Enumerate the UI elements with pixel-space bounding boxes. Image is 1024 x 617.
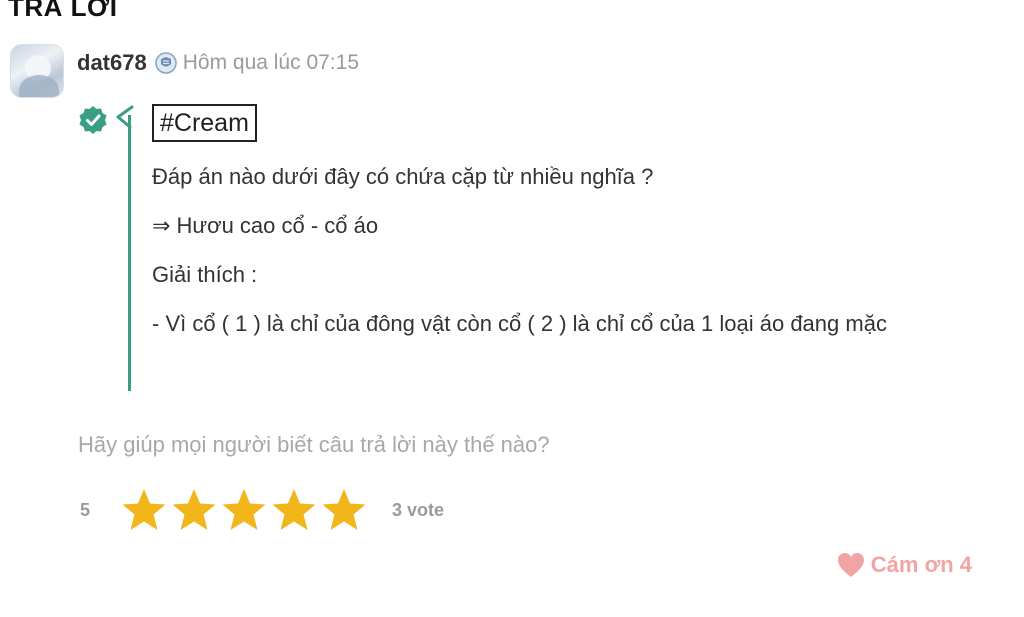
star-icon[interactable] (220, 487, 268, 533)
rating-stars (120, 487, 370, 533)
verified-check-icon (79, 106, 107, 134)
answer-meta: dat678 Hôm qua lúc 07:15 (77, 50, 359, 76)
heart-icon (837, 553, 864, 577)
star-icon[interactable] (320, 487, 368, 533)
rank-badge-icon (154, 52, 177, 74)
answer-header: dat678 Hôm qua lúc 07:15 (10, 44, 359, 104)
answer-line-explain-heading: Giải thích : (152, 262, 258, 287)
answer-tag: #Cream (152, 104, 257, 142)
rating-value: 5 (80, 499, 91, 520)
avatar[interactable] (10, 44, 64, 98)
answer-line-question: Đáp án nào dưới đây có chứa cặp từ nhiều… (152, 164, 654, 189)
vote-count: 3 vote (392, 499, 445, 520)
rating-prompt: Hãy giúp mọi người biết câu trả lời này … (78, 432, 550, 457)
answer-content: #Cream Đáp án nào dưới đây có chứa cặp t… (152, 104, 982, 341)
answer-line-result: ⇒ Hươu cao cổ - cổ áo (152, 213, 379, 238)
thread-line (128, 115, 131, 391)
section-title: TRẢ LỜI (8, 0, 118, 22)
star-icon[interactable] (170, 487, 218, 533)
star-icon[interactable] (270, 487, 318, 533)
answer-line-explanation: - Vì cổ ( 1 ) là chỉ của đông vật còn cổ… (152, 311, 887, 336)
thread-connector (116, 105, 134, 129)
rating-row: 5 3 vote (80, 486, 444, 534)
thanks-label: Cám ơn 4 (870, 552, 972, 577)
username[interactable]: dat678 (77, 50, 147, 76)
thanks-button[interactable]: Cám ơn 4 (837, 552, 972, 578)
star-icon[interactable] (120, 487, 168, 533)
answer-timestamp: Hôm qua lúc 07:15 (182, 51, 359, 74)
